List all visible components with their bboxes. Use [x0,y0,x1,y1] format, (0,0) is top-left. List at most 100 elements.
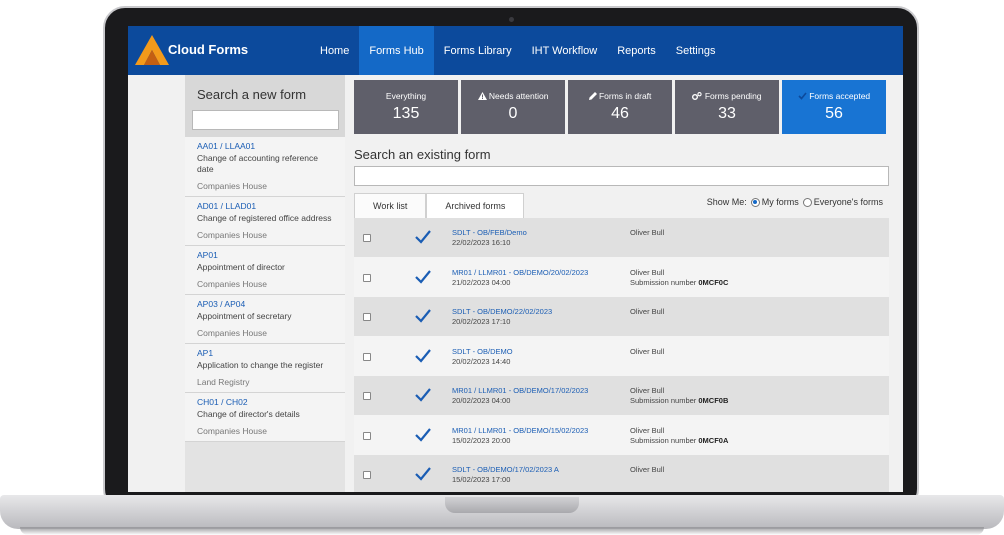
radio-everyones-forms-label[interactable]: Everyone's forms [814,197,883,207]
nav-iht-workflow[interactable]: IHT Workflow [522,26,608,75]
tile-label: Everything [385,91,427,101]
submission-number: 0MCF0A [698,435,729,445]
tile-count: 135 [392,105,420,122]
form-code[interactable]: AP03 / AP04 [197,299,333,310]
row-checkbox[interactable] [363,234,371,242]
form-source: Companies House [197,279,267,289]
laptop-shadow [20,527,984,535]
table-row[interactable]: SDLT - OB/DEMO/17/02/2023 A 15/02/2023 1… [354,455,889,492]
tile-forms-accepted[interactable]: Forms accepted 56 [782,80,886,134]
accepted-check-icon [415,388,431,402]
form-code[interactable]: AD01 / LLAD01 [197,201,333,212]
submission-info: Submission number 0MCF0C [630,278,728,287]
radio-my-forms[interactable] [750,197,760,207]
existing-form-search-input[interactable] [354,166,889,186]
form-source: Companies House [197,328,267,338]
table-row[interactable]: SDLT - OB/DEMO/22/02/2023 20/02/2023 17:… [354,297,889,337]
accepted-check-icon [415,467,431,481]
new-form-search-input[interactable] [192,110,339,130]
form-reference-link[interactable]: SDLT - OB/DEMO/17/02/2023 A [452,465,559,474]
submission-label: Submission number [630,396,697,405]
nav-settings[interactable]: Settings [666,26,726,75]
submission-number: 0MCF0B [698,396,729,405]
accepted-check-icon [415,230,431,244]
form-owner: Oliver Bull [630,465,665,474]
submission-number: 0MCF0C [698,277,729,287]
row-checkbox[interactable] [363,313,371,321]
gears-icon [692,92,703,100]
status-tiles: Everything 135 Needs attention 0 Forms i… [354,80,889,134]
tab-archived-forms[interactable]: Archived forms [426,193,525,218]
submission-info: Submission number 0MCF0A [630,436,728,445]
existing-form-title: Search an existing form [354,147,491,162]
check-icon [798,92,807,100]
nav-reports[interactable]: Reports [607,26,666,75]
new-form-title: Search a new form [197,87,307,102]
tile-forms-in-draft[interactable]: Forms in draft 46 [568,80,672,134]
tile-needs-attention[interactable]: Needs attention 0 [461,80,565,134]
tile-label-row: Needs attention [461,91,565,101]
form-reference-link[interactable]: SDLT - OB/FEB/Demo [452,228,527,237]
form-reference-link[interactable]: MR01 / LLMR01 - OB/DEMO/20/02/2023 [452,268,588,277]
tile-count: 56 [825,105,843,122]
tile-label: Needs attention [488,91,549,101]
form-list-item[interactable]: AA01 / LLAA01 Change of accounting refer… [185,137,345,197]
table-row[interactable]: SDLT - OB/DEMO 20/02/2023 14:40 Oliver B… [354,336,889,376]
cloud-forms-logo-icon[interactable] [134,33,170,66]
form-list-item[interactable]: CH01 / CH02 Change of director's details… [185,393,345,442]
form-date: 20/02/2023 14:40 [452,356,511,366]
form-name: Appointment of director [197,262,285,272]
tile-label-row: Forms in draft [568,91,672,101]
form-name: Change of accounting reference date [197,153,318,174]
tab-work-list[interactable]: Work list [354,193,427,218]
row-checkbox[interactable] [363,352,371,361]
radio-my-forms-label[interactable]: My forms [762,197,799,207]
pen-icon [588,92,597,100]
row-checkbox[interactable] [363,392,371,400]
webcam [509,17,514,22]
form-code[interactable]: CH01 / CH02 [197,397,333,408]
form-code[interactable]: AA01 / LLAA01 [197,141,333,152]
form-code[interactable]: AP1 [197,348,333,359]
form-list-item[interactable]: AP1 Application to change the register L… [185,344,345,393]
radio-everyones-forms[interactable] [802,197,812,207]
form-name: Change of registered office address [197,213,332,223]
submission-info: Submission number 0MCF0B [630,396,728,405]
form-list-item[interactable]: AP03 / AP04 Appointment of secretary Com… [185,295,345,344]
form-reference-link[interactable]: MR01 / LLMR01 - OB/DEMO/15/02/2023 [452,426,588,435]
form-list-item[interactable]: AP01 Appointment of director Companies H… [185,246,345,295]
tile-count: 46 [611,105,629,122]
form-owner: Oliver Bull [630,386,665,395]
brand-name[interactable]: Cloud Forms [168,42,248,57]
form-list-item[interactable]: AD01 / LLAD01 Change of registered offic… [185,197,345,246]
laptop-notch [445,497,579,513]
form-code[interactable]: AP01 [197,250,333,261]
table-row[interactable]: SDLT - OB/FEB/Demo 22/02/2023 16:10 Oliv… [354,218,889,258]
nav-forms-library[interactable]: Forms Library [434,26,522,75]
main-content: Everything 135 Needs attention 0 Forms i… [353,75,893,492]
row-checkbox[interactable] [363,471,371,479]
form-reference-link[interactable]: SDLT - OB/DEMO/22/02/2023 [452,307,552,316]
new-form-panel: Search a new form AA01 / LLAA01 Change o… [185,75,345,492]
table-row[interactable]: MR01 / LLMR01 - OB/DEMO/20/02/2023 21/02… [354,257,889,297]
tile-everything[interactable]: Everything 135 [354,80,458,134]
nav-forms-hub[interactable]: Forms Hub [359,26,434,75]
tile-count: 0 [508,105,518,122]
table-row[interactable]: MR01 / LLMR01 - OB/DEMO/15/02/2023 15/02… [354,415,889,455]
submission-label: Submission number [630,435,697,445]
form-reference-link[interactable]: SDLT - OB/DEMO [452,347,513,356]
form-source: Companies House [197,181,267,191]
form-tabs: Work list Archived forms [354,193,525,218]
nav-home[interactable]: Home [310,26,359,75]
tile-count: 33 [718,105,736,122]
form-owner: Oliver Bull [630,267,665,277]
warning-icon [477,92,487,100]
table-row[interactable]: MR01 / LLMR01 - OB/DEMO/17/02/2023 20/02… [354,376,889,416]
row-checkbox[interactable] [363,273,371,282]
row-checkbox[interactable] [363,431,371,440]
form-name: Appointment of secretary [197,311,292,321]
form-owner: Oliver Bull [630,346,665,356]
form-reference-link[interactable]: MR01 / LLMR01 - OB/DEMO/17/02/2023 [452,386,588,395]
form-date: 20/02/2023 04:00 [452,396,511,405]
tile-forms-pending[interactable]: Forms pending 33 [675,80,779,134]
